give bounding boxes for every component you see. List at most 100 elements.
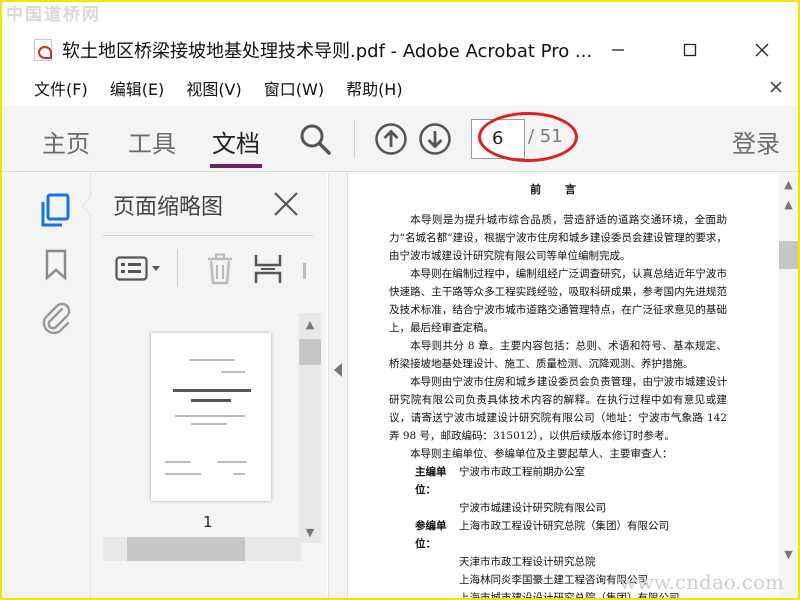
thumb-text-line [189, 359, 235, 361]
extract-pages-button[interactable] [253, 253, 283, 289]
document-paragraph: 本导则是为提升城市综合品质，营造舒适的道路交通环境，全面助力“名城名都”建设，根… [389, 214, 727, 262]
close-panel-button[interactable] [273, 191, 299, 221]
scroll-up-arrow-secondary[interactable]: ▲ [779, 193, 798, 215]
close-icon [770, 81, 782, 93]
tab-document[interactable]: 文档 [212, 124, 260, 159]
page-thumbnails-icon [41, 193, 70, 227]
tab-tools[interactable]: 工具 [128, 124, 176, 159]
watermark-top: 中国道桥网 [6, 5, 101, 25]
previous-page-button[interactable] [374, 122, 408, 160]
thumb-text-line [217, 461, 247, 463]
scroll-up-arrow[interactable]: ▲ [299, 313, 321, 335]
arrow-down-circle-icon [419, 123, 451, 155]
participant-unit-row: 天津市市政工程设计研究总院 [389, 553, 727, 571]
chief-unit-name: 宁波市城建设计研究院有限公司 [459, 502, 606, 514]
thumb-title-line [173, 389, 251, 392]
next-page-button[interactable] [418, 122, 452, 160]
panel-title: 页面缩略图 [113, 195, 224, 220]
thumbnail-panel: 页面缩略图 1 ▲ ▼ [81, 173, 327, 598]
org-label-spacer [389, 589, 459, 598]
minimize-icon [612, 49, 624, 51]
document-heading: 前 言 [530, 183, 586, 196]
close-icon [755, 43, 769, 57]
scroll-up-arrow[interactable]: ▲ [779, 173, 798, 195]
acrobat-window: 中国道桥网 软土地区桥梁接坡地基处理技术导则.pdf - Adobe Acrob… [2, 2, 798, 598]
navigation-rail [2, 173, 90, 598]
bookmark-icon [45, 249, 67, 281]
options-menu-icon [115, 256, 160, 281]
page-thumbnails-button[interactable] [38, 193, 72, 233]
thumb-text-line [191, 423, 227, 425]
delete-page-button[interactable] [205, 253, 235, 289]
page-thumbnail[interactable] [151, 333, 271, 501]
scroll-down-arrow[interactable]: ▼ [779, 543, 798, 565]
document-paragraph: 本导则由宁波市住房和城乡建设委员会负责管理，由宁波市城建设计研究院有限公司负责具… [389, 376, 727, 442]
login-button[interactable]: 登录 [732, 124, 780, 159]
close-document-button[interactable] [770, 78, 788, 96]
main-toolbar: 主页 工具 文档 6 / 51 登录 [2, 106, 798, 172]
thumbnail-page-number: 1 [203, 513, 213, 531]
more-tools-button[interactable] [301, 261, 309, 285]
org-label-spacer [389, 553, 459, 571]
document-vertical-scrollbar[interactable]: ▲ ▲ ▼ [779, 173, 798, 598]
attachments-button[interactable] [40, 301, 74, 339]
thumb-title-line [191, 399, 231, 402]
close-icon [274, 192, 298, 216]
insert-page-icon [254, 255, 282, 283]
document-paragraph: 本导则在编制过程中，编制组经广泛调查研究，认真总结近年宁波市快速路、主干路等众多… [389, 268, 727, 334]
search-button[interactable] [298, 122, 332, 160]
org-label-spacer [389, 499, 459, 517]
window-controls [582, 30, 798, 70]
trash-icon [208, 253, 232, 285]
paperclip-icon [42, 302, 71, 335]
participant-unit-name: 上海市政工程设计研究总院（集团）有限公司 [459, 520, 669, 532]
participant-unit-name: 天津市市政工程设计研究总院 [459, 556, 596, 568]
arrow-up-circle-icon [375, 123, 407, 155]
maximize-icon [683, 43, 697, 57]
document-view[interactable]: 前 言 本导则是为提升城市综合品质，营造舒适的道路交通环境，全面助力“名城名都”… [349, 173, 783, 598]
current-page-input[interactable]: 6 [471, 119, 525, 159]
chief-unit-label: 主编单位： [415, 466, 447, 496]
scroll-thumb[interactable] [127, 537, 245, 561]
active-tab-indicator [210, 164, 262, 168]
menu-window[interactable]: 窗口(W) [264, 76, 324, 100]
scroll-thumb[interactable] [779, 241, 798, 269]
thumb-text-line [165, 473, 201, 475]
pdf-file-icon [34, 39, 52, 61]
title-bar: 软土地区桥梁接坡地基处理技术导则.pdf - Adobe Acrobat Pro… [2, 30, 798, 70]
more-icon [303, 263, 306, 279]
menu-edit[interactable]: 编辑(E) [110, 76, 165, 100]
collapse-arrow-icon [334, 363, 342, 377]
chief-unit-row: 宁波市城建设计研究院有限公司 [389, 499, 727, 517]
options-dropdown-button[interactable] [115, 255, 165, 287]
scroll-thumb[interactable] [299, 339, 321, 365]
scroll-down-arrow[interactable]: ▼ [299, 521, 321, 543]
org-label-spacer [389, 571, 459, 589]
menu-help[interactable]: 帮助(H) [346, 76, 403, 100]
menu-view[interactable]: 视图(V) [186, 76, 241, 100]
bookmarks-button[interactable] [44, 249, 68, 285]
tab-home[interactable]: 主页 [42, 124, 90, 159]
participant-unit-label: 参编单位： [415, 520, 447, 550]
document-page: 前 言 本导则是为提升城市综合品质，营造舒适的道路交通环境，全面助力“名城名都”… [389, 181, 727, 598]
panel-collapse-bar[interactable] [328, 173, 348, 598]
panel-tools-divider [177, 249, 178, 287]
panel-separator [103, 235, 313, 236]
thumb-text-line [221, 371, 245, 373]
thumb-text-line [233, 473, 245, 475]
window-title: 软土地区桥梁接坡地基处理技术导则.pdf - Adobe Acrobat Pro… [62, 41, 593, 62]
panel-toolbar [91, 243, 327, 293]
thumbnail-vertical-scrollbar[interactable]: ▲ ▼ [299, 313, 321, 543]
maximize-button[interactable] [654, 30, 726, 70]
toolbar-divider [354, 120, 355, 158]
page-total: / 51 [528, 126, 563, 147]
document-paragraph: 本导则共分 8 章。主要内容包括：总则、术语和符号、基本规定、桥梁接坡地基处理设… [389, 340, 727, 370]
thumbnail-view: 1 ▲ ▼ [91, 301, 327, 598]
close-window-button[interactable] [726, 30, 798, 70]
chief-unit-name: 宁波市市政工程前期办公室 [459, 466, 585, 478]
thumb-text-line [165, 461, 191, 463]
minimize-button[interactable] [582, 30, 654, 70]
menu-file[interactable]: 文件(F) [34, 76, 88, 100]
watermark-bottom: www.cndao.com [619, 570, 784, 594]
thumbnail-horizontal-scrollbar[interactable] [103, 537, 301, 561]
